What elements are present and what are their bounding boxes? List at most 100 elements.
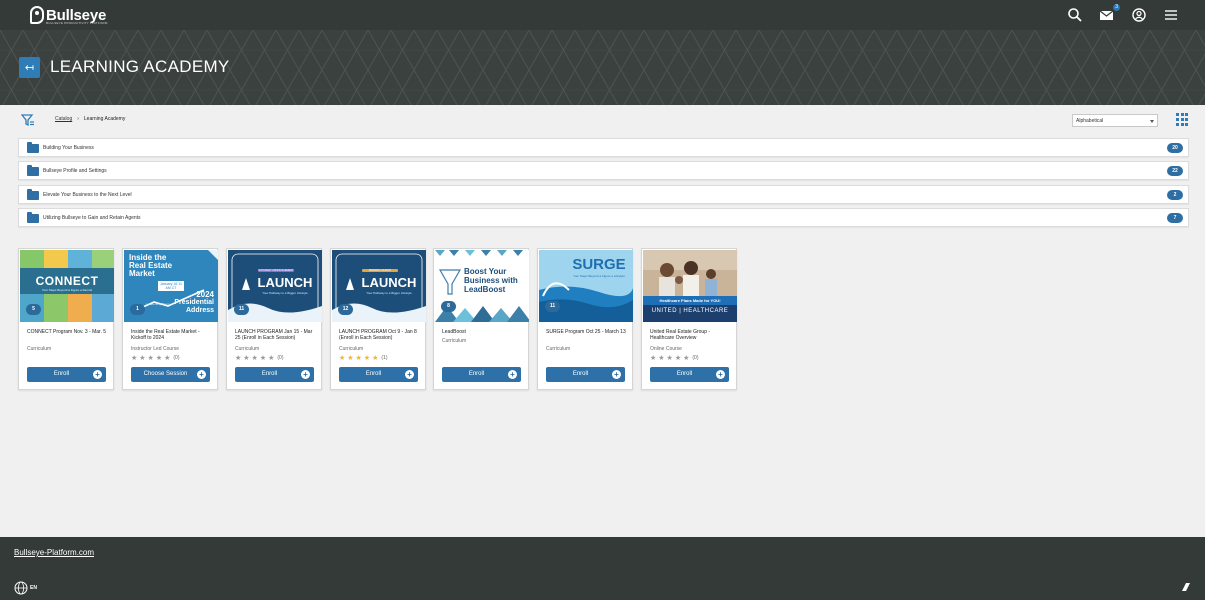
- star-rating: ★★★★★ (0): [235, 354, 284, 362]
- course-title[interactable]: LAUNCH PROGRAM Oct 9 - Jan 8 (Enroll in …: [339, 329, 421, 341]
- plus-circle-icon: +: [612, 370, 621, 379]
- bullseye-logo[interactable]: Bullseye BULLSEYE PRODUCTIVITY PLATFORM: [30, 4, 108, 26]
- bullseye-logo-icon: [30, 6, 44, 24]
- thumb-title: LAUNCH: [361, 275, 417, 290]
- grid-view-icon[interactable]: [1176, 113, 1188, 126]
- page-title: LEARNING ACADEMY: [50, 57, 230, 76]
- enroll-button-label: Enroll: [261, 371, 278, 377]
- course-card-launch-oct[interactable]: MONDAY LAUNCH LAUNCH Your Pathway to a B…: [330, 248, 426, 390]
- choose-session-label: Choose Session: [143, 371, 188, 377]
- course-type: Curriculum: [27, 346, 52, 352]
- chevron-down-icon: [1150, 120, 1154, 123]
- thumb-host: Leadership Team: [146, 302, 170, 306]
- hero-banner: ↤ LEARNING ACADEMY: [0, 30, 1205, 105]
- folder-label: Elevate Your Business to the Next Level: [43, 192, 132, 198]
- rating-stars: ★★★★★: [339, 355, 381, 362]
- thumb-subtitle: Your Steps Beyond a Figure a Recruit: [41, 288, 93, 292]
- course-card-surge[interactable]: SURGE Your Steps Beyond a Figure a Lifes…: [537, 248, 633, 390]
- enroll-button-label: Enroll: [53, 371, 70, 377]
- globe-icon: [14, 581, 28, 595]
- course-thumbnail: Healthcare Plans Made for YOU! UNITED | …: [643, 250, 737, 322]
- back-arrow-icon: ↤: [24, 62, 35, 74]
- top-navbar: Bullseye BULLSEYE PRODUCTIVITY PLATFORM …: [0, 0, 1205, 30]
- course-title[interactable]: LAUNCH PROGRAM Jan 15 - Mar 25 (Enroll i…: [235, 329, 317, 341]
- folder-count-badge: 22: [1167, 166, 1183, 176]
- course-title[interactable]: Inside the Real Estate Market - Kickoff …: [131, 329, 213, 341]
- course-count-badge: 11: [545, 301, 560, 312]
- enroll-button[interactable]: Enroll +: [650, 367, 729, 382]
- folder-icon: [27, 212, 39, 223]
- thumb-title: UNITED | HEALTHCARE: [651, 308, 729, 314]
- thumb-banner: Healthcare Plans Made for YOU!: [643, 296, 737, 305]
- back-button[interactable]: ↤: [19, 57, 40, 78]
- platform-website-link[interactable]: Bullseye-Platform.com: [14, 548, 94, 557]
- rating-count: (0): [173, 355, 180, 361]
- course-thumbnail: SURGE Your Steps Beyond a Figure a Lifes…: [539, 250, 633, 322]
- thumb-title: CONNECT: [35, 274, 99, 288]
- rating-count: (0): [277, 355, 284, 361]
- course-title[interactable]: United Real Estate Group - Healthcare Ov…: [650, 329, 732, 341]
- folder-count-badge: 7: [1167, 213, 1183, 223]
- folder-label: Utilizing Bullseye to Gain and Retain Ag…: [43, 215, 141, 221]
- course-type: Curriculum: [235, 346, 260, 352]
- course-title[interactable]: SURGE Program Oct 25 - March 13: [546, 329, 628, 335]
- plus-circle-icon: +: [405, 370, 414, 379]
- logo-tagline: BULLSEYE PRODUCTIVITY PLATFORM: [46, 21, 108, 25]
- course-thumbnail: SATURDAY ANNOUNCEMENT LAUNCH Your Pathwa…: [228, 250, 322, 322]
- page-footer: Bullseye-Platform.com EN: [0, 537, 1205, 600]
- search-icon[interactable]: [1066, 6, 1084, 24]
- folder-row-building-your-business[interactable]: Building Your Business 20: [18, 138, 1189, 157]
- thumb-title: Boost Your Business with LeadBoost: [464, 267, 518, 294]
- folder-row-elevate-business[interactable]: Elevate Your Business to the Next Level …: [18, 185, 1189, 204]
- plus-circle-icon: +: [508, 370, 517, 379]
- enroll-button[interactable]: Enroll +: [442, 367, 521, 382]
- breadcrumb-current: Learning Academy: [83, 116, 126, 122]
- folder-label: Bullseye Profile and Settings: [43, 168, 107, 174]
- plus-circle-icon: +: [716, 370, 725, 379]
- menu-icon[interactable]: [1162, 6, 1180, 24]
- mail-icon[interactable]: 3: [1098, 4, 1120, 24]
- star-rating: ★★★★★ (0): [131, 354, 180, 362]
- sort-select[interactable]: Alphabetical: [1072, 114, 1158, 127]
- enroll-button[interactable]: Enroll +: [546, 367, 625, 382]
- rating-stars: ★★★★★: [650, 355, 692, 362]
- language-selector[interactable]: EN: [14, 581, 37, 595]
- folder-row-gain-retain-agents[interactable]: Utilizing Bullseye to Gain and Retain Ag…: [18, 208, 1189, 227]
- account-icon[interactable]: [1130, 6, 1148, 24]
- star-rating: ★★★★★ (0): [650, 354, 699, 362]
- mail-badge: 3: [1113, 4, 1120, 11]
- enroll-button[interactable]: Enroll +: [339, 367, 418, 382]
- course-count-badge: 11: [234, 304, 249, 315]
- rating-count: (1): [381, 355, 388, 361]
- course-title[interactable]: CONNECT Program Nov. 3 - Mar. 5: [27, 329, 109, 335]
- language-code: EN: [30, 585, 37, 591]
- enroll-button-label: Enroll: [676, 371, 693, 377]
- course-count-badge: 5: [26, 304, 41, 315]
- enroll-button[interactable]: Enroll +: [235, 367, 314, 382]
- course-count-badge: 12: [338, 304, 353, 315]
- thumb-badge: SATURDAY ANNOUNCEMENT: [258, 269, 294, 272]
- course-count-badge: 1: [130, 304, 145, 315]
- breadcrumb-catalog-link[interactable]: Catalog: [55, 116, 72, 122]
- plus-circle-icon: +: [197, 370, 206, 379]
- choose-session-button[interactable]: Choose Session +: [131, 367, 210, 382]
- course-card-healthcare-overview[interactable]: Healthcare Plans Made for YOU! UNITED | …: [641, 248, 737, 390]
- course-card-connect[interactable]: CONNECT Your Steps Beyond a Figure a Rec…: [18, 248, 114, 390]
- enroll-button-label: Enroll: [365, 371, 382, 377]
- folder-count-badge: 20: [1167, 143, 1183, 153]
- filter-icon[interactable]: [20, 113, 35, 132]
- breadcrumb-separator: ›: [77, 116, 79, 122]
- course-card-inside-real-estate-market[interactable]: Inside the Real Estate Market January 16…: [122, 248, 218, 390]
- enroll-button-label: Enroll: [572, 371, 589, 377]
- enroll-button-label: Enroll: [468, 371, 485, 377]
- enroll-button[interactable]: Enroll +: [27, 367, 106, 382]
- course-thumbnail: Inside the Real Estate Market January 16…: [124, 250, 218, 322]
- folder-row-profile-settings[interactable]: Bullseye Profile and Settings 22: [18, 161, 1189, 180]
- course-card-launch-jan[interactable]: SATURDAY ANNOUNCEMENT LAUNCH Your Pathwa…: [226, 248, 322, 390]
- thumb-subtitle: Your Pathway to a Bigger Lifestyle: [366, 291, 412, 295]
- thumb-title: Inside the Real Estate Market: [129, 253, 173, 278]
- folder-icon: [27, 165, 39, 176]
- course-count-badge: 8: [441, 301, 456, 312]
- course-card-leadboost[interactable]: Boost Your Business with LeadBoost 8 Lea…: [433, 248, 529, 390]
- course-title[interactable]: LeadBoost: [442, 329, 524, 335]
